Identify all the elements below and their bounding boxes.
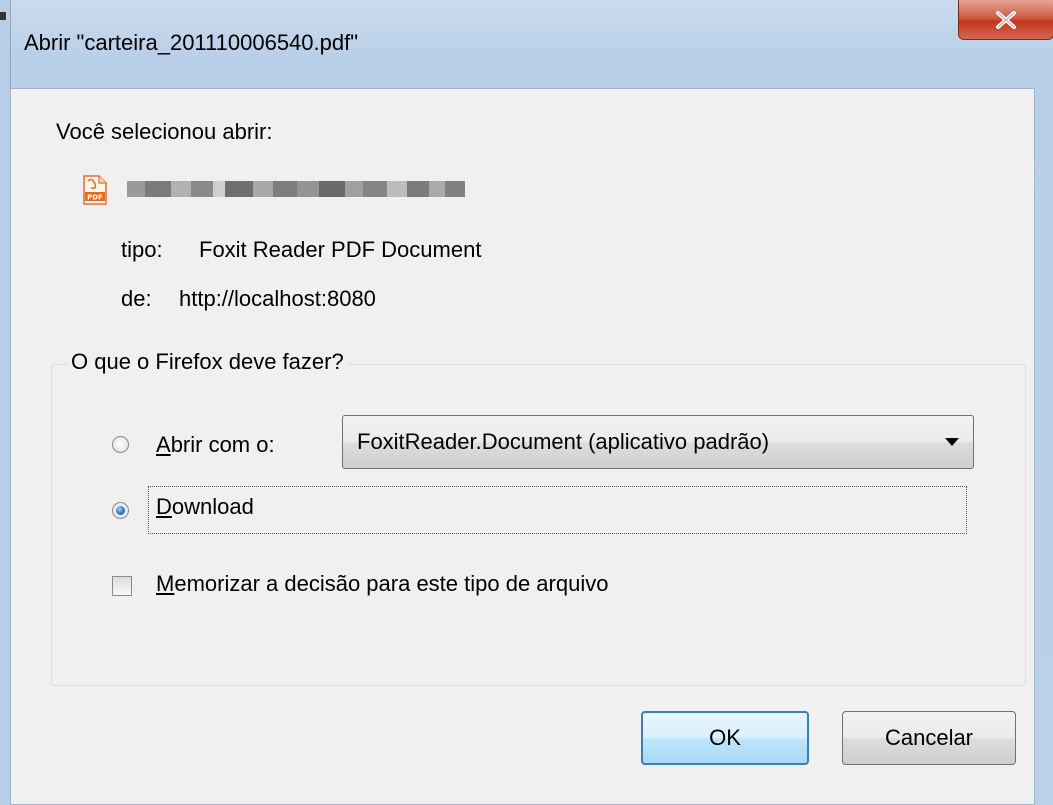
- remember-checkbox[interactable]: [112, 576, 132, 596]
- window-corner: [0, 12, 6, 20]
- type-value: Foxit Reader PDF Document: [199, 237, 482, 262]
- type-label: tipo:: [121, 237, 163, 262]
- source-value: http://localhost:8080: [179, 286, 376, 311]
- pixelated-file-name: [127, 181, 465, 197]
- title-bar[interactable]: Abrir "carteira_201110006540.pdf": [10, 0, 1053, 88]
- window-title: Abrir "carteira_201110006540.pdf": [24, 30, 359, 55]
- ok-button[interactable]: OK: [641, 711, 809, 765]
- dropdown-arrow-icon: [945, 438, 959, 446]
- pdf-file-icon: PDF: [83, 175, 107, 205]
- open-with-label[interactable]: Abrir com o:: [156, 432, 275, 458]
- download-focus-rect: [148, 486, 967, 534]
- dialog-window: Abrir "carteira_201110006540.pdf" Você s…: [0, 0, 1053, 805]
- selected-intro-text: Você selecionou abrir:: [56, 119, 273, 144]
- action-group-legend: O que o Firefox deve fazer?: [67, 349, 348, 375]
- cancel-button[interactable]: Cancelar: [842, 711, 1016, 765]
- remember-label-rest: emorizar a decisão para este tipo de arq…: [174, 571, 609, 596]
- dialog-body: Você selecionou abrir: PDF tipo: Foxit R…: [10, 88, 1035, 805]
- download-radio[interactable]: [112, 502, 129, 519]
- source-label: de:: [121, 286, 152, 311]
- close-button[interactable]: [958, 0, 1053, 40]
- open-with-label-rest: brir com o:: [170, 432, 275, 457]
- application-select-value: FoxitReader.Document (aplicativo padrão): [357, 429, 770, 454]
- download-label[interactable]: Download: [156, 494, 254, 520]
- open-with-radio[interactable]: [112, 436, 129, 453]
- remember-decision-label[interactable]: Memorizar a decisão para este tipo de ar…: [156, 571, 608, 597]
- close-icon: [996, 10, 1016, 29]
- application-select[interactable]: FoxitReader.Document (aplicativo padrão): [342, 415, 974, 469]
- download-label-rest: ownload: [171, 494, 254, 519]
- svg-text:PDF: PDF: [87, 194, 103, 202]
